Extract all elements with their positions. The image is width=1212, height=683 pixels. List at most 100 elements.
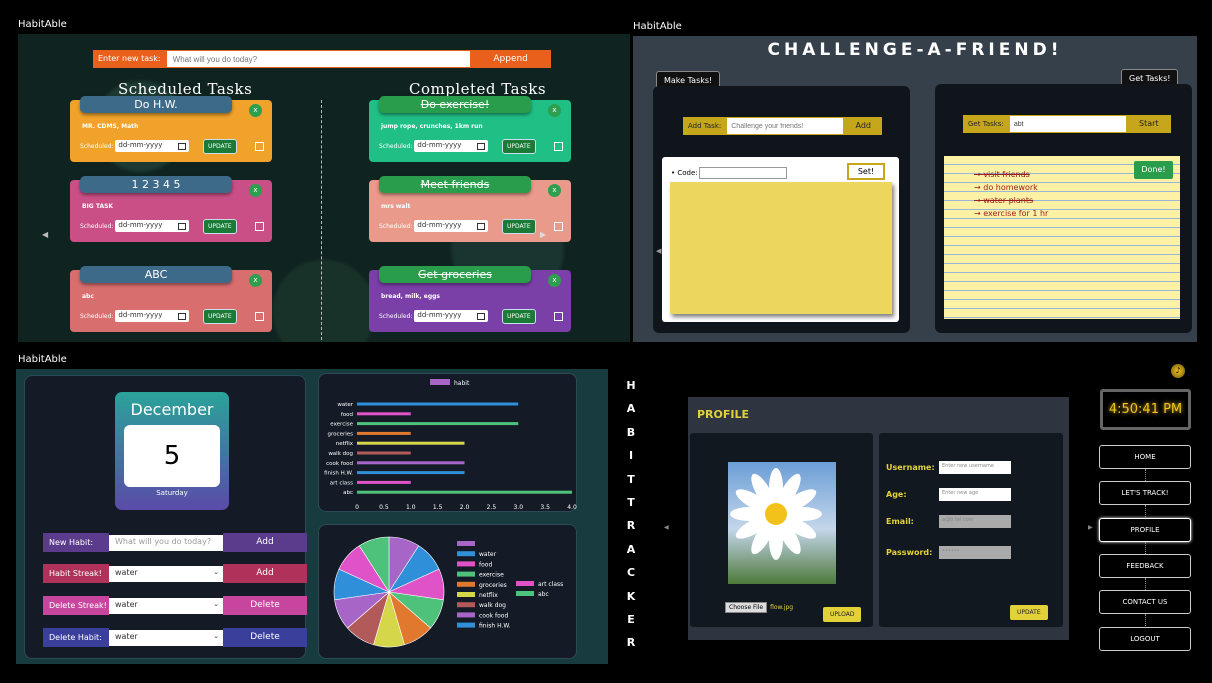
date-input[interactable]: dd-mm-yyyy (115, 140, 190, 152)
calendar-day: 5 (124, 425, 220, 487)
scheduled-task-card: 1 2 3 4 5 x BIG TASK Scheduled: dd-mm-yyy… (70, 176, 272, 242)
pie-legend-label: art class (538, 581, 563, 588)
habit-row-button[interactable]: Delete (223, 628, 307, 647)
left-arrow-icon[interactable]: ◀ (656, 247, 661, 255)
date-input[interactable]: dd-mm-yyyy (115, 220, 190, 232)
received-task-item[interactable]: → do homework (974, 183, 1048, 196)
choose-file-button[interactable]: Choose File (725, 602, 768, 613)
nav-feedback[interactable]: FEEDBACK (1099, 553, 1191, 578)
add-task-input[interactable] (726, 117, 845, 135)
bar-exercise (357, 422, 519, 426)
profile-photo (728, 462, 836, 584)
habit-row-label: Delete Habit: (43, 628, 109, 647)
calendar-weekday: Saturday (156, 489, 188, 497)
complete-checkbox[interactable] (255, 222, 264, 231)
delete-task-icon[interactable]: x (548, 104, 561, 117)
column-divider (321, 100, 322, 340)
received-task-item[interactable]: → visit friends (974, 170, 1048, 183)
complete-checkbox[interactable] (554, 312, 563, 321)
code-input[interactable] (699, 167, 787, 179)
right-arrow-icon[interactable]: ▶ (1088, 524, 1093, 531)
profile-field-label: Age: (886, 490, 907, 499)
get-tasks-input[interactable] (1008, 115, 1127, 133)
scheduled-label: Scheduled: (80, 222, 114, 230)
complete-checkbox[interactable] (255, 142, 264, 151)
scheduled-label: Scheduled: (80, 312, 114, 320)
left-arrow-icon[interactable]: ◀ (664, 524, 669, 531)
vertical-title-letter: E (627, 613, 635, 626)
profile-field-input[interactable]: Enter new username (939, 461, 1011, 474)
bar-tick-label: 4.0 (567, 504, 577, 511)
delete-task-icon[interactable]: x (249, 184, 262, 197)
new-task-input[interactable] (165, 50, 471, 68)
update-button[interactable]: UPDATE (1010, 605, 1048, 620)
delete-task-icon[interactable]: x (249, 274, 262, 287)
habit-row-button[interactable]: Add (223, 533, 307, 552)
received-task-item[interactable]: → water plants (974, 196, 1048, 209)
challenge-screen: CHALLENGE-A-FRIEND! Make Tasks! Get Task… (633, 36, 1197, 342)
habit-row-button[interactable]: Add (223, 564, 307, 583)
habit-select[interactable]: water ⌄ (109, 629, 223, 646)
pie-legend-label: exercise (479, 572, 504, 579)
update-button[interactable]: UPDATE (502, 219, 536, 234)
bell-icon[interactable]: ♪ (1171, 364, 1185, 378)
left-arrow-icon[interactable]: ◀ (42, 230, 48, 239)
received-task-item[interactable]: → exercise for 1 hr (974, 209, 1048, 222)
nav-contact-us[interactable]: CONTACT US (1099, 590, 1191, 615)
nav-let-s-track[interactable]: LET'S TRACK! (1099, 481, 1191, 506)
received-task-text: exercise for 1 hr (983, 209, 1049, 218)
pie-legend-label: abc (538, 591, 549, 598)
delete-task-icon[interactable]: x (548, 274, 561, 287)
start-button[interactable]: Start (1126, 115, 1171, 133)
profile-field-input[interactable]: Enter new age (939, 488, 1011, 501)
scheduled-label: Scheduled: (379, 222, 413, 230)
habit-row-button[interactable]: Delete (223, 596, 307, 615)
brand-q2: HabitAble (633, 21, 682, 32)
completed-task-card: Get groceries x bread, milk, eggs Schedu… (369, 266, 571, 332)
habit-form-row: Delete Habit: water ⌄ Delete (43, 628, 307, 647)
bar-food (357, 412, 411, 416)
pie-legend-label: water (479, 551, 497, 558)
right-arrow-icon[interactable]: ▶ (540, 230, 546, 239)
task-description: mrs walt (381, 203, 411, 210)
date-input[interactable]: dd-mm-yyyy (414, 220, 489, 232)
date-input[interactable]: dd-mm-yyyy (115, 310, 190, 322)
date-input[interactable]: dd-mm-yyyy (414, 140, 489, 152)
update-button[interactable]: UPDATE (502, 309, 536, 324)
append-button[interactable]: Append (470, 50, 551, 68)
task-title: Do H.W. (80, 96, 232, 113)
done-button[interactable]: Done! (1134, 161, 1173, 179)
nav-home[interactable]: HOME (1099, 445, 1191, 469)
set-button[interactable]: Set! (847, 163, 885, 180)
add-task-button[interactable]: Add (844, 117, 883, 135)
nav-profile[interactable]: PROFILE (1099, 517, 1191, 542)
profile-field-input[interactable]: a@b.tal.com (939, 515, 1011, 528)
nav-connector (1145, 469, 1146, 481)
update-button[interactable]: UPDATE (203, 219, 237, 234)
update-button[interactable]: UPDATE (502, 139, 536, 154)
update-button[interactable]: UPDATE (203, 309, 237, 324)
file-picker: Choose File flow.jpg (725, 602, 793, 613)
complete-checkbox[interactable] (554, 142, 563, 151)
delete-task-icon[interactable]: x (548, 184, 561, 197)
delete-task-icon[interactable]: x (249, 104, 262, 117)
profile-field-input[interactable]: •••••• (939, 546, 1011, 559)
complete-checkbox[interactable] (255, 312, 264, 321)
date-input[interactable]: dd-mm-yyyy (414, 310, 489, 322)
nav-logout[interactable]: LOGOUT (1099, 626, 1191, 651)
pie-legend-swatch (457, 541, 475, 546)
upload-button[interactable]: UPLOAD (823, 607, 862, 622)
habit-select[interactable]: water ⌄ (109, 597, 223, 614)
pie-legend-swatch (516, 581, 534, 586)
bar-tick-label: 0.5 (379, 504, 389, 511)
vertical-title-letter: T (627, 496, 635, 509)
update-button[interactable]: UPDATE (203, 139, 237, 154)
pie-legend-swatch (457, 622, 475, 628)
received-task-text: do homework (983, 183, 1038, 192)
code-card: • Code: Set! (662, 157, 899, 322)
new-habit-input[interactable]: What will you do today? (109, 534, 223, 551)
habit-select[interactable]: water ⌄ (109, 565, 223, 582)
new-task-bar: Enter new task: Append (93, 50, 551, 68)
vertical-title-letter: H (626, 379, 636, 392)
complete-checkbox[interactable] (554, 222, 563, 231)
